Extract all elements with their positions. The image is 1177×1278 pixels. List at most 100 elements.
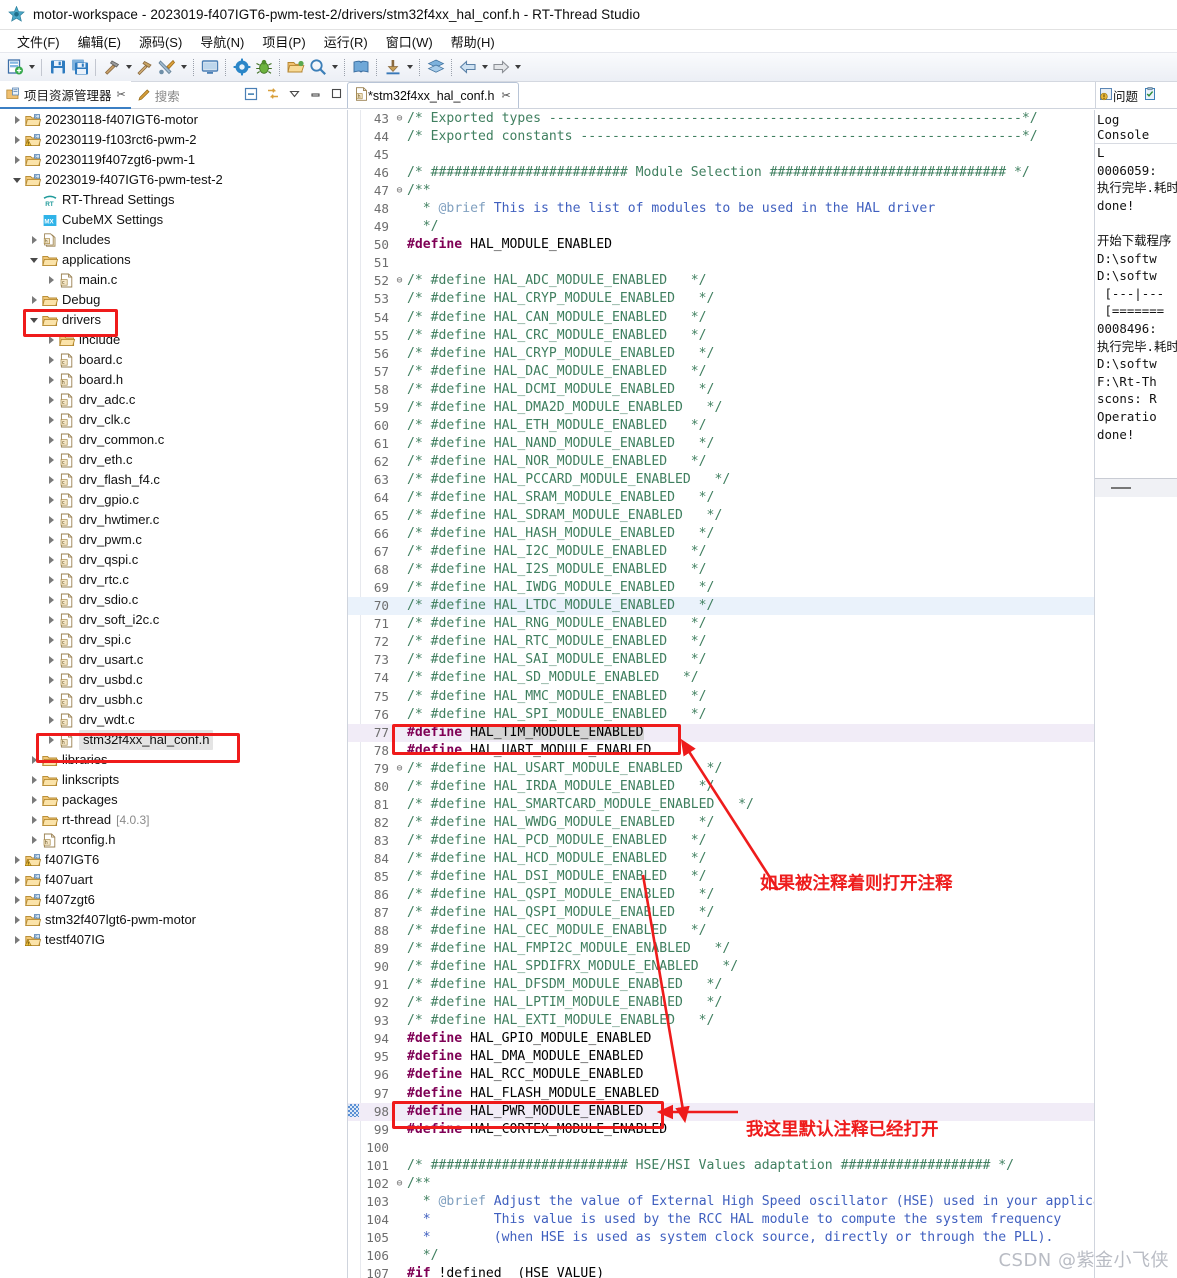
tree-twisty-collapsed[interactable] <box>44 696 58 704</box>
tree-twisty-collapsed[interactable] <box>44 536 58 544</box>
code-line-51[interactable]: 51 <box>348 254 1094 272</box>
tree-item-testf407ig[interactable]: Ctestf407IG <box>0 930 347 950</box>
tree-twisty-collapsed[interactable] <box>44 516 58 524</box>
code-line-98[interactable]: 98 #define HAL_PWR_MODULE_ENABLED <box>348 1102 1094 1121</box>
code-line-104[interactable]: 104 * This value is used by the RCC HAL … <box>348 1211 1094 1229</box>
code-line-103[interactable]: 103 * @brief Adjust the value of Externa… <box>348 1193 1094 1211</box>
code-line-87[interactable]: 87 /* #define HAL_QSPI_MODULE_ENABLED */ <box>348 904 1094 922</box>
code-line-81[interactable]: 81 /* #define HAL_SMARTCARD_MODULE_ENABLE… <box>348 796 1094 814</box>
tab-project-explorer[interactable]: 项目资源管理器 ✂ <box>0 81 131 109</box>
tree-twisty-collapsed[interactable] <box>44 736 58 744</box>
tab-tasks[interactable] <box>1143 86 1157 104</box>
tree-twisty-collapsed[interactable] <box>44 476 58 484</box>
code-line-52[interactable]: 52 ⊖/* #define HAL_ADC_MODULE_ENABLED */ <box>348 272 1094 290</box>
link-with-editor-icon[interactable] <box>266 87 280 104</box>
download-dropdown-arrow[interactable] <box>404 56 415 78</box>
close-icon[interactable]: ✂ <box>501 89 510 102</box>
code-line-43[interactable]: 43 ⊖/* Exported types -------------------… <box>348 110 1094 128</box>
tree-item-drv-usbd-c[interactable]: c drv_usbd.c <box>0 670 347 690</box>
bug-icon[interactable] <box>253 56 275 78</box>
tree-item-board-c[interactable]: c board.c <box>0 350 347 370</box>
tree-twisty-collapsed[interactable] <box>44 656 58 664</box>
tree-twisty-collapsed[interactable] <box>10 136 24 144</box>
tree-item-drv-eth-c[interactable]: c drv_eth.c <box>0 450 347 470</box>
code-line-65[interactable]: 65 /* #define HAL_SDRAM_MODULE_ENABLED */ <box>348 507 1094 525</box>
code-line-61[interactable]: 61 /* #define HAL_NAND_MODULE_ENABLED */ <box>348 435 1094 453</box>
code-line-64[interactable]: 64 /* #define HAL_SRAM_MODULE_ENABLED */ <box>348 489 1094 507</box>
code-line-90[interactable]: 90 /* #define HAL_SPDIFRX_MODULE_ENABLED … <box>348 958 1094 976</box>
tree-item-drv-rtc-c[interactable]: c drv_rtc.c <box>0 570 347 590</box>
tree-twisty-collapsed[interactable] <box>27 796 41 804</box>
menu-project[interactable]: 项目(P) <box>253 31 314 52</box>
code-line-67[interactable]: 67 /* #define HAL_I2C_MODULE_ENABLED */ <box>348 543 1094 561</box>
tree-item-stm32f407lgt6-pwm-motor[interactable]: Cstm32f407lgt6-pwm-motor <box>0 910 347 930</box>
code-line-71[interactable]: 71 /* #define HAL_RNG_MODULE_ENABLED */ <box>348 615 1094 633</box>
tree-twisty-collapsed[interactable] <box>27 836 41 844</box>
close-icon[interactable]: ✂ <box>117 88 126 101</box>
tree-item-main-c[interactable]: c main.c <box>0 270 347 290</box>
code-line-57[interactable]: 57 /* #define HAL_DAC_MODULE_ENABLED */ <box>348 363 1094 381</box>
tree-twisty-collapsed[interactable] <box>44 636 58 644</box>
code-line-99[interactable]: 99 #define HAL_CORTEX_MODULE_ENABLED <box>348 1121 1094 1139</box>
tools-icon[interactable] <box>156 56 178 78</box>
tree-twisty-collapsed[interactable] <box>44 716 58 724</box>
tree-item-f407igt6[interactable]: Cf407IGT6 <box>0 850 347 870</box>
code-line-83[interactable]: 83 /* #define HAL_PCD_MODULE_ENABLED */ <box>348 832 1094 850</box>
tree-item-drv-sdio-c[interactable]: c drv_sdio.c <box>0 590 347 610</box>
save-all-icon[interactable] <box>69 56 91 78</box>
code-line-75[interactable]: 75 /* #define HAL_MMC_MODULE_ENABLED */ <box>348 688 1094 706</box>
code-line-94[interactable]: 94 #define HAL_GPIO_MODULE_ENABLED <box>348 1030 1094 1048</box>
tree-item-drv-spi-c[interactable]: c drv_spi.c <box>0 630 347 650</box>
code-line-56[interactable]: 56 /* #define HAL_CRYP_MODULE_ENABLED */ <box>348 345 1094 363</box>
code-line-59[interactable]: 59 /* #define HAL_DMA2D_MODULE_ENABLED */ <box>348 399 1094 417</box>
code-line-68[interactable]: 68 /* #define HAL_I2S_MODULE_ENABLED */ <box>348 561 1094 579</box>
tree-item-drivers[interactable]: drivers <box>0 310 347 330</box>
save-icon[interactable] <box>47 56 69 78</box>
code-line-100[interactable]: 100 <box>348 1139 1094 1157</box>
code-line-45[interactable]: 45 <box>348 146 1094 164</box>
code-line-46[interactable]: 46 /* ######################### Module Se… <box>348 164 1094 182</box>
code-line-55[interactable]: 55 /* #define HAL_CRC_MODULE_ENABLED */ <box>348 327 1094 345</box>
minimize-icon[interactable] <box>1111 487 1131 489</box>
tab-search[interactable]: 搜索 <box>131 82 185 108</box>
tree-twisty-collapsed[interactable] <box>10 916 24 924</box>
code-line-60[interactable]: 60 /* #define HAL_ETH_MODULE_ENABLED */ <box>348 417 1094 435</box>
tree-item-debug[interactable]: Debug <box>0 290 347 310</box>
code-lines[interactable]: 43 ⊖/* Exported types -------------------… <box>348 110 1094 1278</box>
code-line-63[interactable]: 63 /* #define HAL_PCCARD_MODULE_ENABLED *… <box>348 471 1094 489</box>
tree-item-applications[interactable]: applications <box>0 250 347 270</box>
tree-twisty-collapsed[interactable] <box>44 356 58 364</box>
code-line-69[interactable]: 69 /* #define HAL_IWDG_MODULE_ENABLED */ <box>348 579 1094 597</box>
tree-item-drv-common-c[interactable]: c drv_common.c <box>0 430 347 450</box>
code-line-62[interactable]: 62 /* #define HAL_NOR_MODULE_ENABLED */ <box>348 453 1094 471</box>
code-line-105[interactable]: 105 * (when HSE is used as system clock … <box>348 1229 1094 1247</box>
tree-item-drv-adc-c[interactable]: c drv_adc.c <box>0 390 347 410</box>
code-line-66[interactable]: 66 /* #define HAL_HASH_MODULE_ENABLED */ <box>348 525 1094 543</box>
tree-twisty-collapsed[interactable] <box>27 776 41 784</box>
tree-twisty-collapsed[interactable] <box>44 496 58 504</box>
maximize-icon[interactable] <box>330 87 343 103</box>
monitor-icon[interactable] <box>199 56 221 78</box>
tree-item-includes[interactable]: h Includes <box>0 230 347 250</box>
tree-item-20230119f407zgt6-pwm-1[interactable]: C 20230119f407zgt6-pwm-1 <box>0 150 347 170</box>
menu-edit[interactable]: 编辑(E) <box>69 31 130 52</box>
tree-twisty-collapsed[interactable] <box>10 116 24 124</box>
menu-file[interactable]: 文件(F) <box>8 31 69 52</box>
tree-twisty-collapsed[interactable] <box>27 296 41 304</box>
tree-item-drv-hwtimer-c[interactable]: c drv_hwtimer.c <box>0 510 347 530</box>
menu-run[interactable]: 运行(R) <box>315 31 377 52</box>
download-icon[interactable] <box>382 56 404 78</box>
tree-item-f407zgt6[interactable]: Cf407zgt6 <box>0 890 347 910</box>
tree-item-stm32f4xx-hal-conf-h[interactable]: h stm32f4xx_hal_conf.h <box>0 730 347 750</box>
tree-item-20230119-f103rct6-pwm-2[interactable]: C 20230119-f103rct6-pwm-2 <box>0 130 347 150</box>
tree-item-drv-gpio-c[interactable]: c drv_gpio.c <box>0 490 347 510</box>
tree-item-drv-qspi-c[interactable]: c drv_qspi.c <box>0 550 347 570</box>
code-line-95[interactable]: 95 #define HAL_DMA_MODULE_ENABLED <box>348 1048 1094 1066</box>
tree-item-rt-thread[interactable]: rt-thread [4.0.3] <box>0 810 347 830</box>
code-editor[interactable]: 43 ⊖/* Exported types -------------------… <box>348 110 1094 1278</box>
code-line-107[interactable]: 107 #if !defined (HSE_VALUE) <box>348 1265 1094 1278</box>
gear-icon[interactable] <box>231 56 253 78</box>
tree-twisty-collapsed[interactable] <box>44 336 58 344</box>
tree-item-linkscripts[interactable]: linkscripts <box>0 770 347 790</box>
arrow-right-icon[interactable] <box>490 56 512 78</box>
